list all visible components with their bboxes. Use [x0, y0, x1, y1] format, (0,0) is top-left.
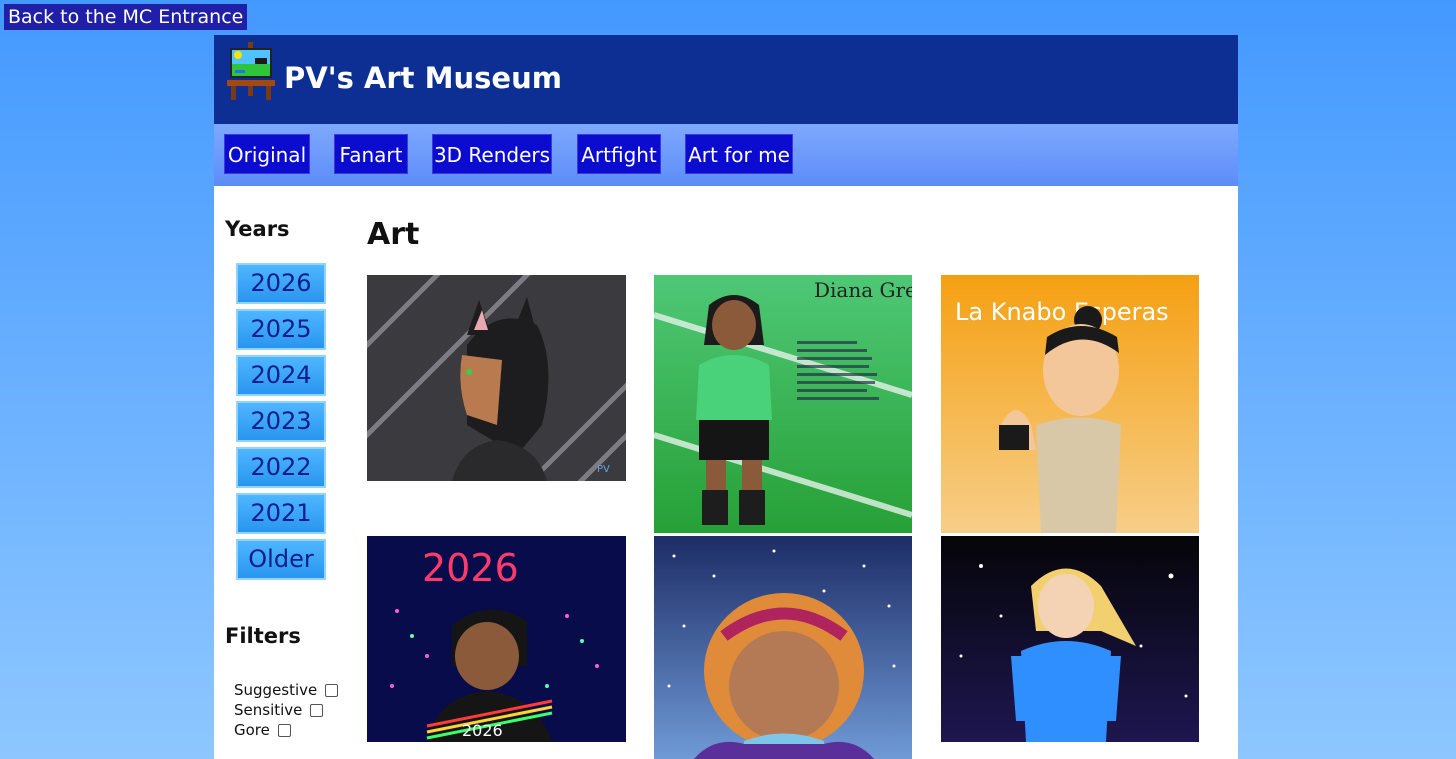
artwork-diana-green[interactable]: Diana Green	[654, 275, 912, 533]
museum-frame: PV's Art Museum Original Fanart 3D Rende…	[214, 35, 1238, 759]
artwork-la-knabo-esperas[interactable]: La Knabo Esperas	[941, 275, 1199, 533]
nav-original[interactable]: Original	[224, 134, 310, 174]
year-button-2024[interactable]: 2024	[236, 355, 326, 396]
year-button-2023[interactable]: 2023	[236, 401, 326, 442]
year-button-older[interactable]: Older	[236, 539, 326, 580]
shirt-text: 2026	[462, 721, 503, 740]
filters-heading: Filters	[225, 624, 301, 648]
nav-3d-renders[interactable]: 3D Renders	[432, 134, 552, 174]
site-header: PV's Art Museum	[214, 35, 1238, 124]
signature: PV	[597, 464, 610, 475]
artwork-snowy-portrait[interactable]	[654, 536, 912, 759]
artwork-new-year-2026[interactable]: 2026 2026	[367, 536, 626, 742]
category-nav: Original Fanart 3D Renders Artfight Art …	[214, 124, 1238, 186]
nav-artfight[interactable]: Artfight	[577, 134, 661, 174]
diana-green-title: Diana Green	[814, 278, 912, 302]
filter-label: Gore	[234, 721, 270, 739]
nav-art-for-me[interactable]: Art for me	[685, 134, 793, 174]
years-heading: Years	[225, 217, 290, 241]
year-button-2022[interactable]: 2022	[236, 447, 326, 488]
gore-checkbox[interactable]	[277, 723, 291, 737]
year-button-2026[interactable]: 2026	[236, 263, 326, 304]
back-to-entrance-link[interactable]: Back to the MC Entrance	[4, 4, 248, 30]
new-year-title: 2026	[422, 546, 519, 590]
suggestive-checkbox[interactable]	[325, 683, 339, 697]
filter-gore: Gore	[234, 720, 291, 740]
art-heading: Art	[367, 217, 420, 252]
site-title: PV's Art Museum	[284, 61, 562, 95]
nav-fanart[interactable]: Fanart	[334, 134, 408, 174]
la-knabo-title: La Knabo Esperas	[955, 298, 1169, 326]
filter-sensitive: Sensitive	[234, 700, 324, 720]
year-button-2021[interactable]: 2021	[236, 493, 326, 534]
easel-logo-icon	[227, 42, 275, 100]
year-button-2025[interactable]: 2025	[236, 309, 326, 350]
filter-label: Suggestive	[234, 681, 318, 699]
artwork-blue-suit[interactable]	[941, 536, 1199, 742]
filter-label: Sensitive	[234, 701, 303, 719]
filter-suggestive: Suggestive	[234, 680, 339, 700]
sensitive-checkbox[interactable]	[310, 703, 324, 717]
artwork-cat-ear-portrait[interactable]: PV	[367, 275, 626, 481]
